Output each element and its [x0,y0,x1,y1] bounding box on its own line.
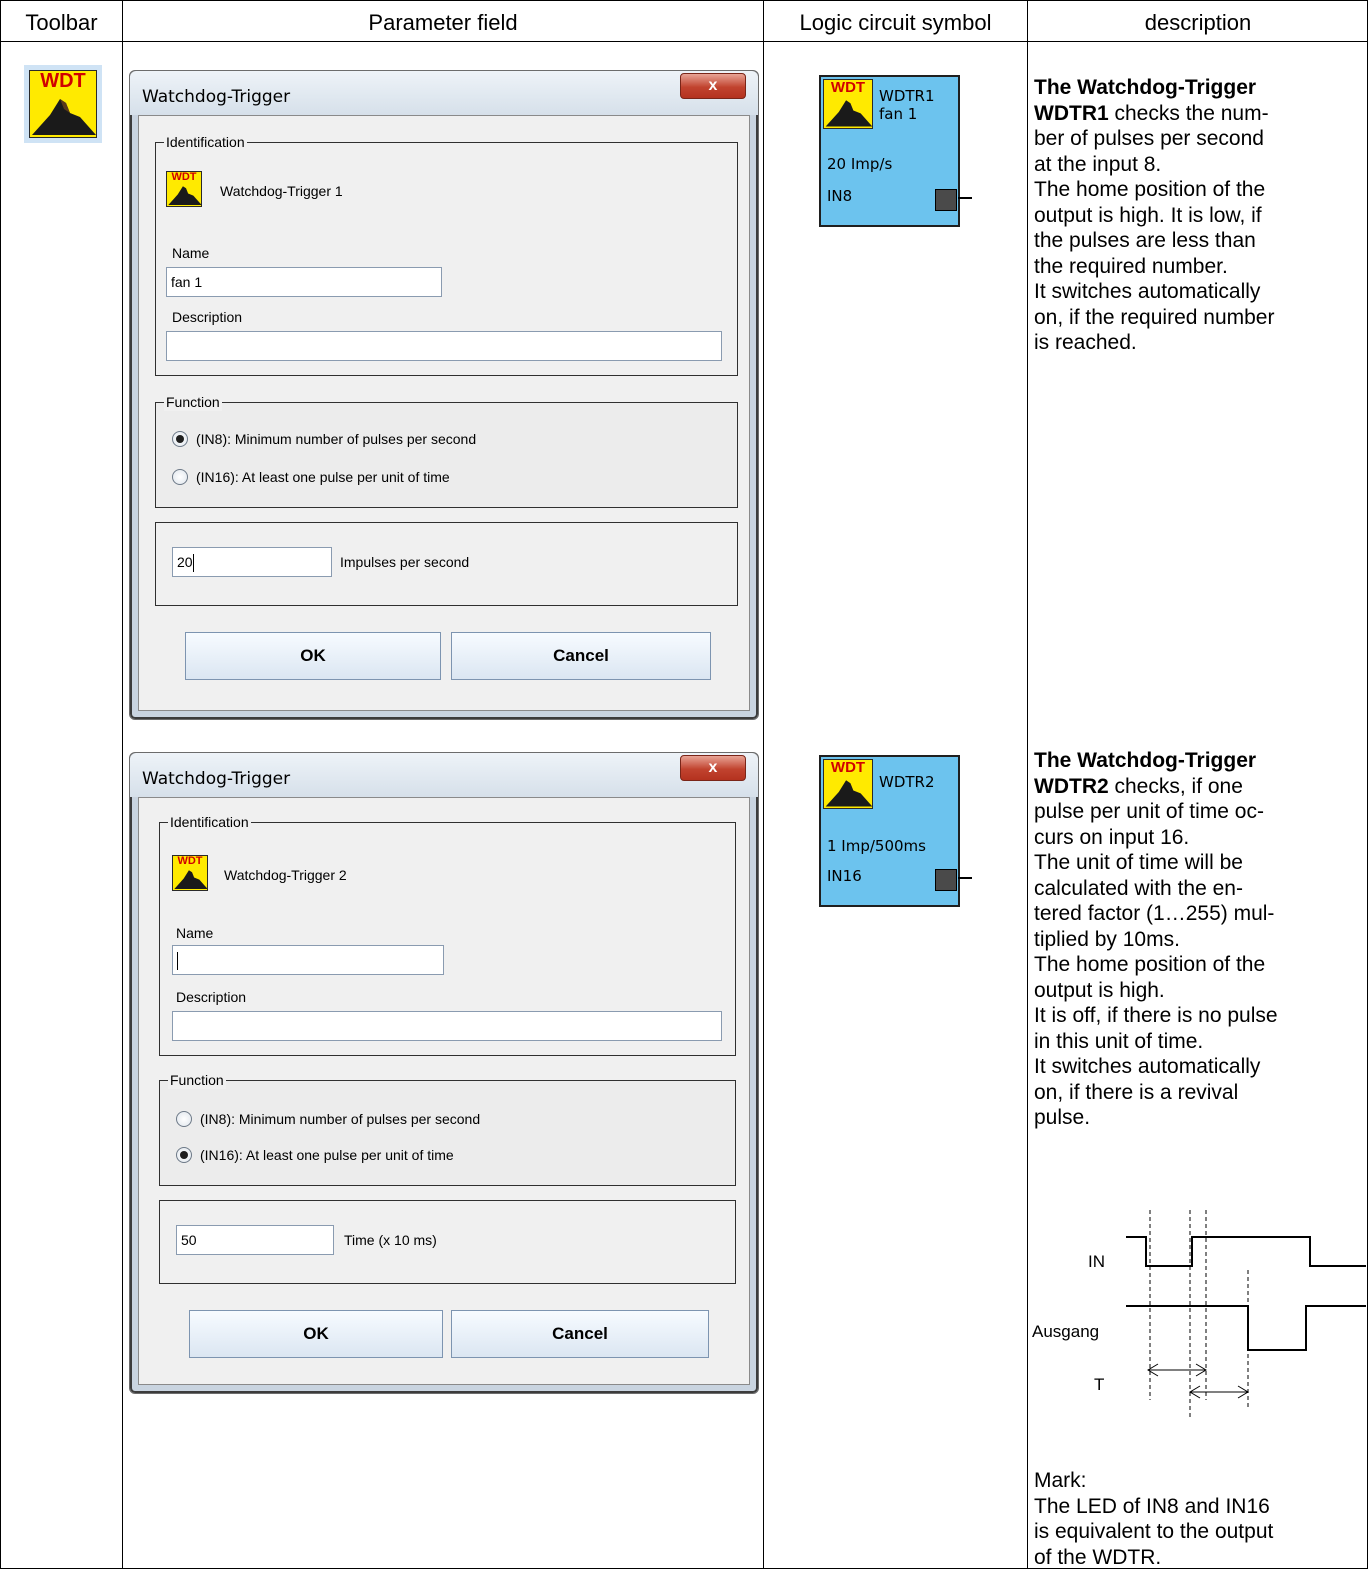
option-in8-label: (IN8): Minimum number of pulses per seco… [200,1111,481,1127]
output-connector[interactable] [935,189,957,211]
identification-group: Identification WDT Watchdog-Trigger 1 Na… [155,133,738,376]
header-logic-symbol: Logic circuit symbol [799,10,992,35]
description-wdtr1: The Watchdog-Trigger WDTR1 checks the nu… [1034,76,1275,354]
symbol-input: IN16 [827,867,862,885]
description-wdtr2: The Watchdog-Trigger WDTR2 checks, if on… [1034,749,1278,1129]
radio-option-in16[interactable] [172,469,188,485]
dialog-title: Watchdog-Trigger [142,87,291,107]
close-button[interactable]: x [680,755,746,781]
watchdog-trigger-icon: WDT [172,855,208,891]
cancel-button[interactable]: Cancel [451,632,711,680]
text-cursor [177,952,178,971]
symbol-rate: 1 Imp/500ms [827,837,926,855]
logic-symbol-wdtr1[interactable]: WDT WDTR1 fan 1 20 Imp/s IN8 [819,75,960,227]
ok-button[interactable]: OK [189,1310,443,1358]
logic-symbol-wdtr2[interactable]: WDT WDTR2 1 Imp/500ms IN16 [819,755,960,907]
description-label: Description [176,989,247,1005]
header-divider [1,41,1367,42]
description-field[interactable] [172,1011,722,1041]
watchdog-dialog-1: Watchdog-Trigger x Identification WDT Wa… [129,70,759,720]
output-connector[interactable] [935,869,957,891]
name-field[interactable]: fan 1 [166,267,442,297]
header-description: description [1144,10,1252,35]
watchdog-trigger-icon: WDT [823,79,873,129]
timing-output-label: Ausgang [1032,1322,1099,1341]
symbol-name: WDTR2 [879,773,935,791]
column-divider [122,1,123,1568]
column-divider [1027,1,1028,1568]
output-line [958,877,972,879]
dialog-title: Watchdog-Trigger [142,769,291,789]
text-cursor [192,554,194,573]
close-icon: x [708,759,718,776]
function-group: Function (IN8): Minimum number of pulses… [159,1071,736,1186]
close-icon: x [708,77,718,94]
block-name: Watchdog-Trigger 1 [220,183,343,199]
column-divider [763,1,764,1568]
value-group: 20 Impulses per second [155,522,738,606]
toolbar-button-watchdog-trigger[interactable]: WDT [24,65,102,143]
name-label: Name [172,245,210,261]
output-signal-line [1126,1305,1366,1351]
header-toolbar: Toolbar [25,10,98,35]
cancel-button[interactable]: Cancel [451,1310,709,1358]
timing-in-label: IN [1088,1252,1105,1271]
output-line [958,197,972,199]
watchdog-trigger-icon: WDT [166,171,202,207]
header-parameter-field: Parameter field [368,10,518,35]
option-in16-label: (IN16): At least one pulse per unit of t… [200,1147,454,1163]
function-group: Function (IN8): Minimum number of pulses… [155,393,738,508]
mark-note: Mark: The LED of IN8 and IN16 is equival… [1034,1469,1274,1569]
radio-option-in16[interactable] [176,1147,192,1163]
watchdog-trigger-icon: WDT [29,70,97,138]
name-label: Name [176,925,214,941]
radio-option-in8[interactable] [176,1111,192,1127]
watchdog-dialog-2: Watchdog-Trigger x Identification WDT Wa… [129,752,759,1394]
symbol-name: WDTR1 [879,87,935,105]
name-field[interactable] [172,945,444,975]
description-field[interactable] [166,331,722,361]
value-group: 50 Time (x 10 ms) [159,1200,736,1284]
ok-button[interactable]: OK [185,632,441,680]
time-unit-label: Time (x 10 ms) [344,1232,437,1248]
impulses-unit-label: Impulses per second [340,554,470,570]
timing-diagram: IN Ausgang T [1032,1210,1366,1420]
description-label: Description [172,309,243,325]
symbol-input: IN8 [827,187,853,205]
impulses-field[interactable]: 20 [172,547,332,577]
symbol-rate: 20 Imp/s [827,155,893,173]
in-signal-line [1126,1236,1366,1267]
identification-group: Identification WDT Watchdog-Trigger 2 Na… [159,813,736,1056]
timing-t-label: T [1094,1375,1104,1394]
time-field[interactable]: 50 [176,1225,334,1255]
watchdog-trigger-icon: WDT [823,759,873,809]
option-in8-label: (IN8): Minimum number of pulses per seco… [196,431,477,447]
block-name: Watchdog-Trigger 2 [224,867,347,883]
radio-option-in8[interactable] [172,431,188,447]
symbol-subtitle: fan 1 [879,105,918,123]
option-in16-label: (IN16): At least one pulse per unit of t… [196,469,450,485]
close-button[interactable]: x [680,73,746,99]
